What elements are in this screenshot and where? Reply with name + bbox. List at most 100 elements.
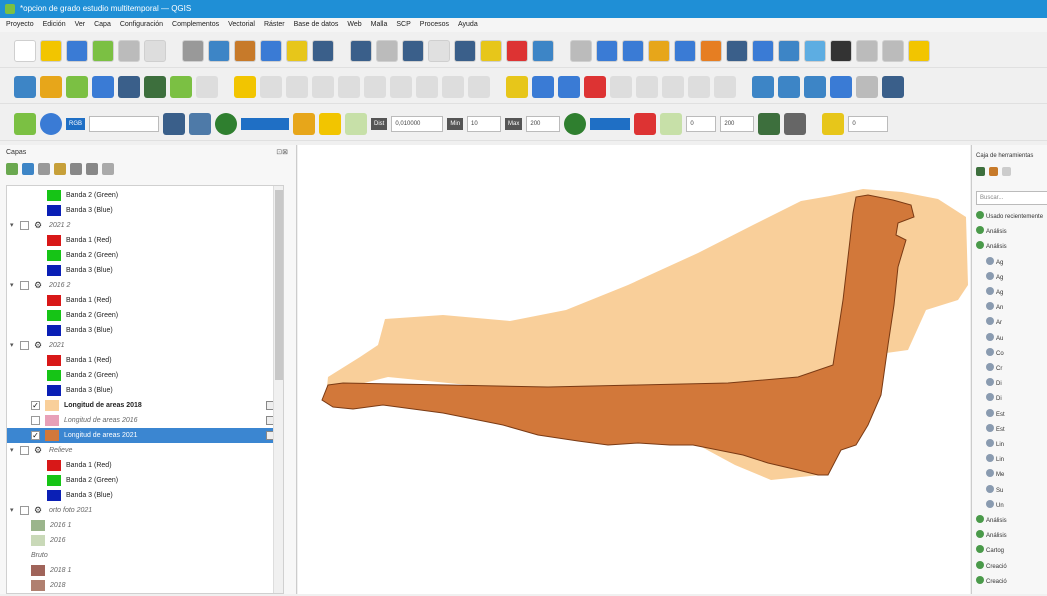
menu-item[interactable]: Proyecto <box>6 18 34 32</box>
expand-arrow-icon[interactable]: ▾ <box>10 503 14 518</box>
layer-row-band[interactable]: Banda 1 (Red) <box>7 353 283 368</box>
project-tool-icon[interactable] <box>14 40 36 62</box>
project-tool-icon[interactable] <box>144 40 166 62</box>
layer-row-vector[interactable]: ✓ Longitud de areas 2021 <box>7 428 283 443</box>
toolbox-algorithm[interactable]: Lin <box>986 454 1004 465</box>
models-icon[interactable] <box>976 167 985 176</box>
digitizing-tool-icon[interactable] <box>778 76 800 98</box>
toolbox-provider[interactable]: Análisis <box>976 515 1007 526</box>
digitizing-tool-icon[interactable] <box>804 76 826 98</box>
layer-row-swatch[interactable]: 2018 1 <box>7 563 283 578</box>
value-input-5[interactable]: 200 <box>720 116 755 132</box>
digitizing-tool-icon[interactable] <box>558 76 580 98</box>
expand-arrow-icon[interactable]: ▾ <box>10 443 14 458</box>
layer-row-band[interactable]: Banda 2 (Green) <box>7 368 283 383</box>
project-tool-icon[interactable] <box>350 40 372 62</box>
digitizing-tool-icon[interactable] <box>66 76 88 98</box>
toolbox-algorithm[interactable]: Co <box>986 347 1004 359</box>
value-input-6[interactable]: 0 <box>848 116 889 132</box>
digitizing-tool-icon[interactable] <box>92 76 114 98</box>
digitizing-tool-icon[interactable] <box>468 76 490 98</box>
layer-visibility-checkbox[interactable] <box>31 416 40 425</box>
toolbox-algorithm[interactable]: Est <box>986 423 1005 435</box>
toolbox-provider[interactable]: Creació <box>976 560 1007 572</box>
project-tool-icon[interactable] <box>752 40 774 62</box>
scp-icon[interactable] <box>758 113 781 135</box>
project-tool-icon[interactable] <box>208 40 230 62</box>
project-tool-icon[interactable] <box>66 40 88 62</box>
project-tool-icon[interactable] <box>40 40 62 62</box>
min-input[interactable]: 10 <box>467 116 502 132</box>
layer-row-swatch[interactable]: 2016 <box>7 533 283 548</box>
identify-icon[interactable] <box>163 113 186 135</box>
layer-row-band[interactable]: Banda 1 (Red) <box>7 233 283 248</box>
menu-item[interactable]: Capa <box>94 18 111 32</box>
layer-row-swatch[interactable]: 2018 <box>7 578 283 593</box>
digitizing-tool-icon[interactable] <box>636 76 658 98</box>
menu-item[interactable]: Configuración <box>120 18 163 32</box>
project-tool-icon[interactable] <box>234 40 256 62</box>
digitizing-tool-icon[interactable] <box>610 76 632 98</box>
toolbox-algorithm[interactable]: Lin <box>986 439 1004 450</box>
project-tool-icon[interactable] <box>454 40 476 62</box>
layer-row-band[interactable]: Banda 2 (Green) <box>7 248 283 263</box>
toolbox-algorithm[interactable]: Un <box>986 499 1004 511</box>
layer-visibility-checkbox[interactable]: ✓ <box>31 401 40 410</box>
layer-row-band[interactable]: Banda 2 (Green) <box>7 308 283 323</box>
layer-visibility-checkbox[interactable] <box>20 446 29 455</box>
digitizing-tool-icon[interactable] <box>144 76 166 98</box>
toolbox-provider[interactable]: Cartog <box>976 545 1004 556</box>
band-set-icon[interactable] <box>822 113 845 135</box>
digitizing-tool-icon[interactable] <box>312 76 334 98</box>
expand-arrow-icon[interactable]: ▾ <box>10 338 14 353</box>
digitizing-tool-icon[interactable] <box>442 76 464 98</box>
digitizing-tool-icon[interactable] <box>882 76 904 98</box>
toolbox-algorithm[interactable]: Au <box>986 332 1003 344</box>
digitizing-tool-icon[interactable] <box>234 76 256 98</box>
project-tool-icon[interactable] <box>570 40 592 62</box>
digitizing-tool-icon[interactable] <box>286 76 308 98</box>
project-tool-icon[interactable] <box>882 40 904 62</box>
project-tool-icon[interactable] <box>182 40 204 62</box>
project-tool-icon[interactable] <box>674 40 696 62</box>
toolbox-algorithm[interactable]: Di <box>986 393 1002 404</box>
classify-icon[interactable] <box>634 113 657 135</box>
project-tool-icon[interactable] <box>286 40 308 62</box>
digitizing-tool-icon[interactable] <box>14 76 36 98</box>
project-tool-icon[interactable] <box>428 40 450 62</box>
project-tool-icon[interactable] <box>506 40 528 62</box>
scripts-icon[interactable] <box>989 167 998 176</box>
layer-row-band[interactable]: Banda 1 (Red) <box>7 293 283 308</box>
menu-item[interactable]: SCP <box>396 18 410 32</box>
toolbox-algorithm[interactable]: Ag <box>986 256 1003 268</box>
toolbox-algorithm[interactable]: An <box>986 302 1003 313</box>
layer-row-band[interactable]: Banda 3 (Blue) <box>7 263 283 278</box>
digitizing-tool-icon[interactable] <box>170 76 192 98</box>
digitizing-tool-icon[interactable] <box>364 76 386 98</box>
tool-icon[interactable] <box>784 113 807 135</box>
layers-scrollbar[interactable] <box>273 186 283 593</box>
project-tool-icon[interactable] <box>92 40 114 62</box>
expand-all-icon[interactable] <box>70 163 82 175</box>
collapse-all-icon[interactable] <box>86 163 98 175</box>
expand-arrow-icon[interactable]: ▾ <box>10 278 14 293</box>
toolbox-algorithm[interactable]: Su <box>986 484 1003 496</box>
add-group-icon[interactable] <box>22 163 34 175</box>
digitizing-tool-icon[interactable] <box>506 76 528 98</box>
layer-row-group[interactable]: ▾ ⚙ 2021 <box>7 338 283 353</box>
project-tool-icon[interactable] <box>908 40 930 62</box>
menu-item[interactable]: Complementos <box>172 18 219 32</box>
max-input[interactable]: 200 <box>526 116 561 132</box>
project-tool-icon[interactable] <box>622 40 644 62</box>
menu-item[interactable]: Malla <box>371 18 388 32</box>
layer-row-group[interactable]: ▾ ⚙ Relieve <box>7 443 283 458</box>
layer-row-band[interactable]: Banda 1 (Red) <box>7 458 283 473</box>
layer-row-group[interactable]: ▾ ⚙ 2021 2 <box>7 218 283 233</box>
digitizing-tool-icon[interactable] <box>662 76 684 98</box>
menu-item[interactable]: Ver <box>75 18 86 32</box>
project-tool-icon[interactable] <box>260 40 282 62</box>
project-tool-icon[interactable] <box>402 40 424 62</box>
project-tool-icon[interactable] <box>804 40 826 62</box>
layer-row-plain[interactable]: Bruto <box>7 548 283 563</box>
pan-icon[interactable] <box>215 113 238 135</box>
